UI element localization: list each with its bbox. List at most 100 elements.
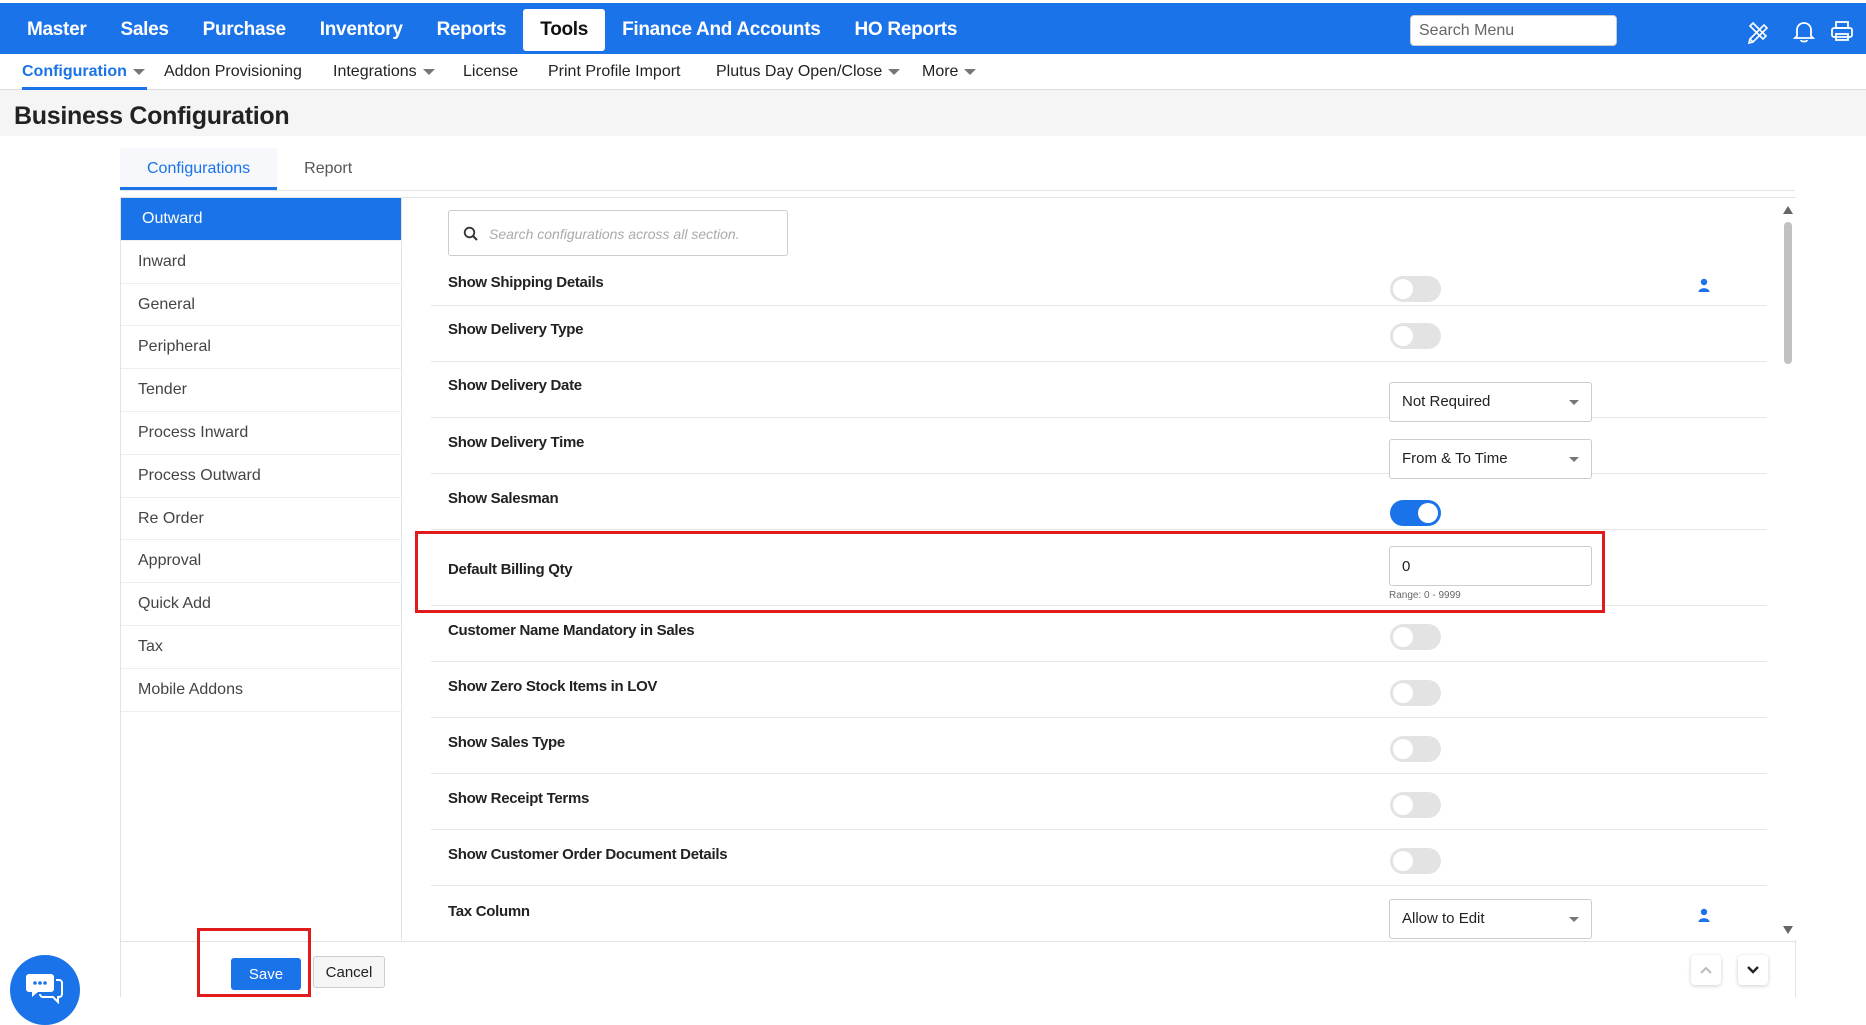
menu-tools[interactable]: Tools (523, 9, 606, 51)
tab-divider (120, 190, 1795, 191)
menu-sales[interactable]: Sales (103, 9, 185, 51)
tab-report[interactable]: Report (277, 148, 379, 190)
sidebar-item-general[interactable]: General (121, 284, 401, 327)
sidebar-item-process-outward[interactable]: Process Outward (121, 455, 401, 498)
menu-master[interactable]: Master (10, 9, 103, 51)
page-header: Business Configuration (0, 90, 1866, 136)
scrollbar-thumb[interactable] (1784, 222, 1792, 364)
select-value: From & To Time (1402, 450, 1508, 467)
toggle-knob (1393, 279, 1413, 299)
scroll-down-arrow-icon[interactable] (1783, 926, 1793, 934)
show-shipping-details-toggle[interactable] (1390, 276, 1441, 302)
cancel-button[interactable]: Cancel (313, 956, 385, 988)
toggle-knob (1393, 851, 1413, 871)
menu-inventory[interactable]: Inventory (303, 9, 420, 51)
menu-purchase[interactable]: Purchase (186, 9, 303, 51)
vertical-scrollbar[interactable] (1780, 200, 1796, 940)
setting-row: Show Shipping Details (431, 256, 1767, 306)
setting-row: Show Delivery Date Not Required (431, 362, 1767, 422)
setting-label: Show Delivery Type (448, 321, 584, 338)
sidebar-item-approval[interactable]: Approval (121, 540, 401, 584)
sidebar-item-quick-add[interactable]: Quick Add (121, 583, 401, 626)
menu-finance-and-accounts[interactable]: Finance And Accounts (605, 9, 837, 51)
chat-button[interactable] (10, 955, 80, 1025)
search-menu-input[interactable] (1410, 15, 1617, 46)
setting-row: Show Receipt Terms (431, 774, 1767, 830)
select-value: Not Required (1402, 393, 1491, 410)
section-sidebar: Outward Inward General Peripheral Tender… (121, 198, 402, 940)
toggle-knob (1393, 326, 1413, 346)
toggle-knob (1418, 503, 1438, 523)
subnav-integrations[interactable]: Integrations (333, 54, 435, 90)
setting-row: Show Sales Type (431, 718, 1767, 774)
scroll-up-arrow-icon[interactable] (1783, 206, 1793, 214)
config-search-input[interactable] (489, 223, 779, 245)
setting-row: Show Zero Stock Items in LOV (431, 662, 1767, 718)
chevron-down-icon (1569, 457, 1579, 462)
sidebar-item-process-inward[interactable]: Process Inward (121, 412, 401, 455)
subnav-plutus-day-open-close[interactable]: Plutus Day Open/Close (716, 54, 901, 90)
subnav-more[interactable]: More (922, 54, 977, 90)
chevron-down-icon (1569, 917, 1579, 922)
subnav-license[interactable]: License (463, 54, 518, 90)
setting-row: Show Delivery Time From & To Time (431, 418, 1767, 479)
top-navigation-bar: Master Sales Purchase Inventory Reports … (0, 0, 1866, 54)
form-footer: Save Cancel (121, 941, 1795, 997)
menu-ho-reports[interactable]: HO Reports (838, 9, 975, 51)
setting-row: Show Salesman (431, 474, 1767, 530)
toggle-knob (1393, 627, 1413, 647)
setting-label: Customer Name Mandatory in Sales (448, 622, 695, 639)
show-customer-order-document-toggle[interactable] (1390, 848, 1441, 874)
chevron-down-icon (1747, 966, 1759, 974)
setting-row: Show Delivery Type (431, 306, 1767, 362)
sidebar-item-peripheral[interactable]: Peripheral (121, 326, 401, 370)
show-zero-stock-toggle[interactable] (1390, 680, 1441, 706)
pencil-ruler-icon[interactable] (1744, 17, 1772, 45)
printer-icon[interactable] (1828, 17, 1856, 45)
sidebar-item-mobile-addons[interactable]: Mobile Addons (121, 669, 401, 712)
bell-icon[interactable] (1790, 17, 1818, 45)
setting-label: Show Zero Stock Items in LOV (448, 678, 658, 695)
setting-label: Show Salesman (448, 490, 559, 507)
tab-bar: Configurations Report (120, 148, 379, 190)
toggle-knob (1393, 739, 1413, 759)
show-receipt-terms-toggle[interactable] (1390, 792, 1441, 818)
sidebar-item-inward[interactable]: Inward (121, 241, 401, 284)
customer-name-mandatory-toggle[interactable] (1390, 624, 1441, 650)
sidebar-item-tax[interactable]: Tax (121, 626, 401, 669)
setting-label: Show Customer Order Document Details (448, 846, 728, 863)
setting-label: Show Delivery Date (448, 377, 582, 394)
scroll-down-button[interactable] (1738, 955, 1768, 985)
setting-row: Customer Name Mandatory in Sales (431, 606, 1767, 662)
user-icon[interactable] (1698, 908, 1710, 922)
toggle-knob (1393, 683, 1413, 703)
show-salesman-toggle[interactable] (1390, 500, 1441, 526)
show-delivery-type-toggle[interactable] (1390, 323, 1441, 349)
user-icon[interactable] (1698, 278, 1710, 292)
tab-configurations[interactable]: Configurations (120, 148, 278, 190)
setting-label: Tax Column (448, 903, 530, 920)
sidebar-item-tender[interactable]: Tender (121, 369, 401, 412)
subnav-addon-provisioning[interactable]: Addon Provisioning (164, 54, 302, 90)
subnav-more-label: More (922, 63, 959, 80)
chevron-down-icon (964, 68, 977, 75)
scroll-up-button[interactable] (1691, 955, 1721, 985)
setting-label: Show Delivery Time (448, 434, 585, 451)
select-value: Allow to Edit (1402, 910, 1485, 927)
subnav-configuration-label: Configuration (22, 63, 127, 80)
chevron-up-icon (1700, 966, 1712, 974)
subnav-print-profile-import[interactable]: Print Profile Import (548, 54, 680, 90)
menu-reports[interactable]: Reports (420, 9, 524, 51)
sidebar-item-re-order[interactable]: Re Order (121, 498, 401, 541)
highlight-box-default-billing-qty (415, 531, 1605, 613)
show-sales-type-toggle[interactable] (1390, 736, 1441, 762)
show-delivery-date-select[interactable]: Not Required (1389, 382, 1592, 422)
subnav-plutus-label: Plutus Day Open/Close (716, 63, 883, 80)
page-title: Business Configuration (14, 102, 290, 130)
sidebar-item-outward[interactable]: Outward (121, 198, 401, 241)
search-icon (463, 226, 478, 241)
subnav-configuration[interactable]: Configuration (22, 54, 147, 90)
show-delivery-time-select[interactable]: From & To Time (1389, 439, 1592, 479)
setting-label: Show Receipt Terms (448, 790, 590, 807)
tax-column-select[interactable]: Allow to Edit (1389, 899, 1592, 939)
